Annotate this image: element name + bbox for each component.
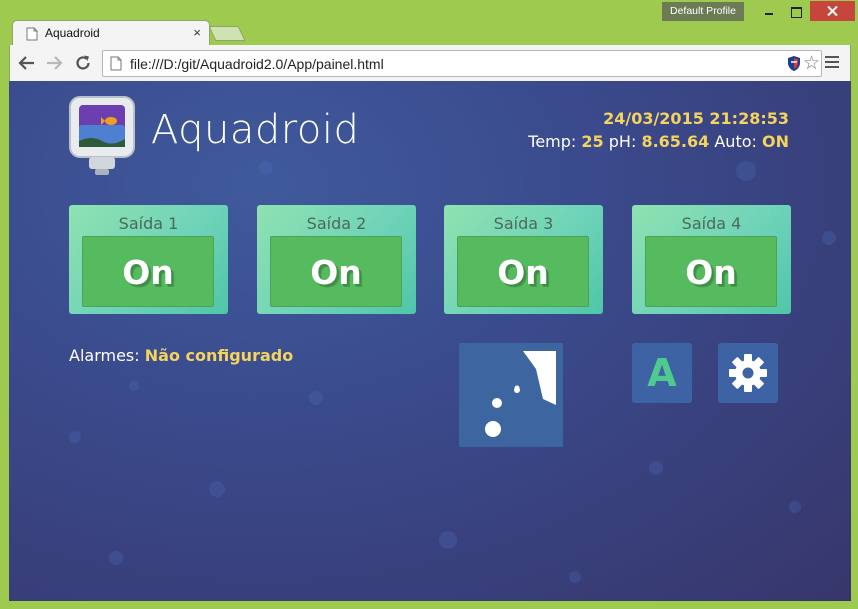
bubble-decoration: [109, 551, 123, 565]
doc-icon: [26, 27, 38, 41]
close-window-button[interactable]: [810, 1, 855, 21]
new-tab-button[interactable]: [208, 26, 246, 41]
alarms-value: Não configurado: [144, 346, 294, 365]
reload-button[interactable]: [72, 52, 94, 74]
alarms-label: Alarmes:: [69, 346, 140, 365]
auto-value: ON: [762, 132, 789, 151]
temp-value: 25: [581, 132, 604, 151]
page-content: Aquadroid 24/03/2015 21:28:53 Temp: 25 p…: [9, 81, 851, 601]
minimize-button[interactable]: [754, 1, 784, 21]
bubble-decoration: [129, 381, 139, 391]
feeder-button[interactable]: [459, 343, 563, 447]
url-text[interactable]: file:///D:/git/Aquadroid2.0/App/painel.h…: [130, 56, 384, 72]
outlet-card-4: Saída 4 On: [632, 205, 791, 314]
forward-arrow-icon: [47, 56, 63, 70]
browser-tab[interactable]: Aquadroid ×: [12, 20, 210, 45]
gear-icon: [729, 354, 767, 392]
readings: Temp: 25 pH: 8.65.64 Auto: ON: [528, 132, 789, 151]
feeder-icon: [485, 351, 556, 437]
bubble-decoration: [439, 531, 457, 549]
shield-icon[interactable]: [787, 55, 801, 72]
bubble-decoration: [209, 481, 225, 497]
ph-label: pH:: [608, 132, 637, 151]
auto-label: Auto:: [714, 132, 757, 151]
outlet-card-1: Saída 1 On: [69, 205, 228, 314]
auto-mode-button[interactable]: A: [632, 343, 692, 403]
profile-badge[interactable]: Default Profile: [662, 2, 744, 21]
back-button[interactable]: [16, 52, 38, 74]
outlet-state: On: [497, 253, 549, 292]
bubble-decoration: [259, 161, 273, 175]
outlet-card-3: Saída 3 On: [444, 205, 603, 314]
datetime: 24/03/2015 21:28:53: [603, 109, 789, 128]
outlet-toggle-button[interactable]: On: [82, 236, 214, 307]
reload-icon: [76, 55, 90, 70]
outlet-toggle-button[interactable]: On: [457, 236, 589, 307]
menu-icon[interactable]: [825, 56, 839, 71]
tab-close-button[interactable]: ×: [193, 25, 201, 40]
outlet-label: Saída 2: [306, 214, 367, 233]
address-bar[interactable]: file:///D:/git/Aquadroid2.0/App/painel.h…: [102, 50, 822, 77]
bubble-decoration: [569, 571, 581, 583]
bubble-decoration: [822, 231, 836, 245]
browser-chrome: Default Profile Aquadroid × file:///D:/g…: [0, 0, 858, 83]
bubble-decoration: [649, 461, 663, 475]
outlet-state: On: [685, 253, 737, 292]
outlet-label: Saída 1: [118, 214, 179, 233]
bubble-decoration: [736, 161, 756, 181]
outlet-label: Saída 3: [493, 214, 554, 233]
outlet-toggle-button[interactable]: On: [645, 236, 777, 307]
maximize-button[interactable]: [783, 1, 809, 21]
settings-button[interactable]: [718, 343, 778, 403]
bubble-decoration: [69, 431, 81, 443]
outlet-card-2: Saída 2 On: [257, 205, 416, 314]
bubble-decoration: [789, 501, 801, 513]
outlet-toggle-button[interactable]: On: [270, 236, 402, 307]
temp-label: Temp:: [528, 132, 577, 151]
page-icon: [110, 56, 122, 71]
window-frame-bottom: [9, 601, 851, 609]
outlet-state: On: [122, 253, 174, 292]
back-arrow-icon: [18, 56, 34, 70]
outlet-state: On: [310, 253, 362, 292]
tab-title: Aquadroid: [45, 26, 100, 40]
star-icon[interactable]: ☆: [803, 52, 820, 74]
outlet-label: Saída 4: [681, 214, 742, 233]
browser-toolbar: file:///D:/git/Aquadroid2.0/App/painel.h…: [9, 45, 851, 81]
alarms-status: Alarmes: Não configurado: [69, 346, 293, 365]
forward-button[interactable]: [43, 52, 65, 74]
ph-value: 8.65.64: [641, 132, 710, 151]
aquarium-logo-icon: [69, 96, 135, 175]
status-panel: 24/03/2015 21:28:53 Temp: 25 pH: 8.65.64…: [528, 109, 789, 151]
close-icon: [827, 6, 838, 16]
bubble-decoration: [309, 391, 323, 405]
auto-mode-letter: A: [647, 351, 677, 395]
app-title: Aquadroid: [151, 107, 360, 153]
